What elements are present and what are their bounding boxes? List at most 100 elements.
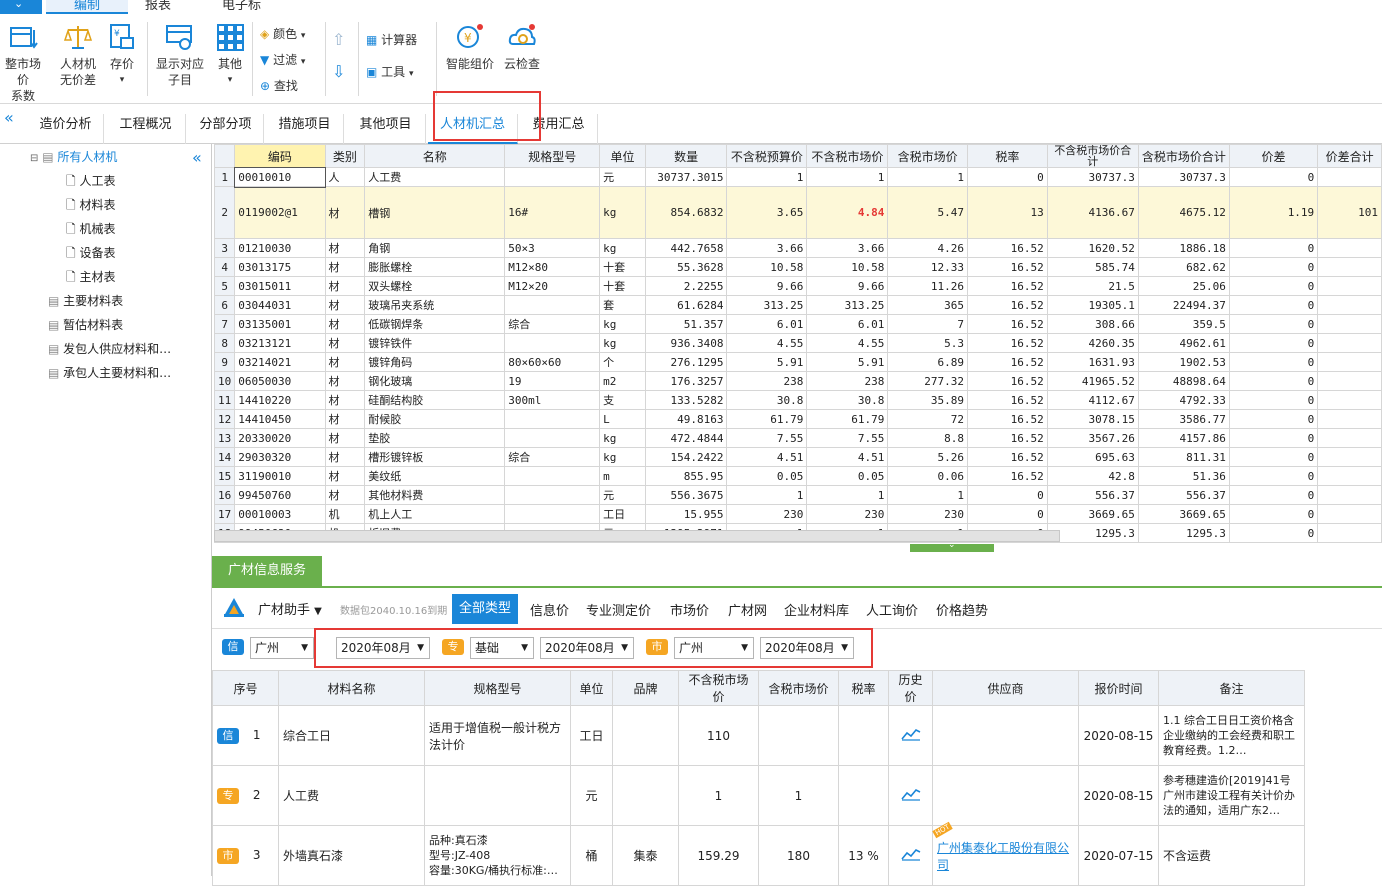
table-cell[interactable]: 21.5	[1046, 276, 1139, 296]
table-cell[interactable]: 1631.93	[1046, 352, 1139, 372]
table-cell[interactable]: 0.05	[806, 466, 889, 486]
table-cell[interactable]: 材	[324, 352, 366, 372]
table-cell[interactable]: 238	[806, 371, 889, 391]
table-cell[interactable]: 6.01	[726, 314, 808, 334]
history-price-cell[interactable]	[888, 705, 933, 766]
tree-item-main-material[interactable]: 🗋 主材表	[66, 268, 116, 289]
table-cell[interactable]: 7.55	[726, 428, 808, 448]
table-cell[interactable]: 1295.3	[1137, 523, 1230, 543]
table-cell[interactable]: 50×3	[504, 238, 601, 258]
table-cell[interactable]: 0	[1228, 390, 1319, 410]
column-header[interactable]: 历史价	[888, 670, 933, 706]
table-cell[interactable]: 0	[1228, 352, 1319, 372]
row-number[interactable]: 8	[214, 333, 236, 353]
table-cell[interactable]: M12×20	[504, 276, 601, 296]
table-cell[interactable]: 0	[1228, 523, 1319, 543]
table-cell[interactable]: 4.26	[887, 238, 968, 258]
table-cell[interactable]: 682.62	[1137, 257, 1230, 277]
column-header[interactable]: 序号	[212, 670, 279, 706]
table-cell[interactable]: 0.05	[726, 466, 808, 486]
table-cell[interactable]: 03135001	[234, 314, 326, 334]
history-price-cell[interactable]	[888, 765, 933, 826]
column-header[interactable]: 价差合计	[1317, 144, 1382, 168]
table-cell[interactable]: 0	[1228, 428, 1319, 448]
table-cell[interactable]: 耐候胶	[364, 409, 506, 429]
supplier-link[interactable]: 广州集泰化工股份有限公司	[937, 841, 1069, 872]
table-cell[interactable]: 10.58	[806, 257, 889, 277]
table-cell[interactable]	[504, 485, 601, 505]
table-cell[interactable]	[504, 504, 601, 524]
trend-chart-icon[interactable]	[900, 727, 921, 741]
table-cell[interactable]: kg	[599, 186, 646, 239]
table-cell[interactable]: 5.91	[806, 352, 889, 372]
table-cell[interactable]: 30.8	[726, 390, 808, 410]
table-cell[interactable]: 0	[966, 485, 1048, 505]
table-cell[interactable]: 5.3	[887, 333, 968, 353]
table-cell[interactable]: 套	[599, 295, 646, 315]
table-cell[interactable]: 11.26	[887, 276, 968, 296]
table-cell[interactable]: 00010010	[233, 166, 327, 188]
table-cell[interactable]: kg	[599, 238, 646, 258]
save-price-button[interactable]: ¥ 存价 ▾	[104, 22, 140, 88]
table-cell[interactable]: 313.25	[726, 295, 808, 315]
table-cell[interactable]: 0	[1228, 238, 1319, 258]
filter-button[interactable]: ▼ 过滤 ▾	[260, 50, 305, 70]
table-row[interactable]: 12 14410450 材耐候胶 L 49.8163 61.79 61.79 72 16.52 3…	[214, 409, 1382, 429]
table-cell[interactable]: 0	[1228, 504, 1319, 524]
table-cell[interactable]: 6.89	[887, 352, 968, 372]
table-cell[interactable]	[504, 295, 601, 315]
table-cell[interactable]: 855.95	[644, 466, 728, 486]
smart-pricing-button[interactable]: ¥ 智能组价	[444, 22, 496, 72]
table-cell[interactable]: 4.55	[726, 333, 808, 353]
table-cell[interactable]: 0	[966, 504, 1048, 524]
table-row[interactable]: 14 29030320 材槽形镀锌板 综合 kg 154.2422 4.51 4.51 5.26…	[214, 447, 1382, 467]
table-row[interactable]: 2 0119002@1 材槽钢 16# kg 854.6832 3.65 4.84 5.47 13…	[214, 186, 1382, 239]
table-cell[interactable]: 230	[726, 504, 808, 524]
tab-all-types[interactable]: 全部类型	[452, 594, 519, 624]
row-number[interactable]: 14	[214, 447, 236, 467]
tab-price-trend[interactable]: 价格趋势	[936, 600, 988, 619]
table-cell[interactable]: 镀锌铁件	[364, 333, 506, 353]
table-cell[interactable]: 2.2255	[644, 276, 728, 296]
table-cell[interactable]: 0	[1228, 333, 1319, 353]
table-cell[interactable]: 55.3628	[644, 257, 728, 277]
table-cell[interactable]: 1886.18	[1137, 238, 1230, 258]
table-cell[interactable]: 材	[324, 186, 366, 239]
table-cell[interactable]	[1317, 257, 1382, 277]
table-row[interactable]: 信 1 综合工日 适用于增值税一般计税方法计价 工日 110 2020-08-1…	[212, 705, 1305, 766]
table-cell[interactable]: 4260.35	[1046, 333, 1139, 353]
table-cell[interactable]: 1295.3	[1046, 523, 1139, 543]
table-cell[interactable]: 支	[599, 390, 646, 410]
table-cell[interactable]: m2	[599, 371, 646, 391]
tab-other-items[interactable]: 其他项目	[346, 114, 426, 144]
table-cell[interactable]: 4962.61	[1137, 333, 1230, 353]
tab-cost-analysis[interactable]: 造价分析	[28, 114, 104, 144]
table-cell[interactable]	[1317, 238, 1382, 258]
table-cell[interactable]: 16#	[504, 186, 601, 239]
table-row[interactable]: 7 03135001 材低碳钢焊条 综合 kg 51.357 6.01 6.01 7 16.52 3…	[214, 314, 1382, 334]
table-cell[interactable]: 313.25	[806, 295, 889, 315]
table-cell[interactable]: 美纹纸	[364, 466, 506, 486]
table-cell[interactable]: m	[599, 466, 646, 486]
table-cell[interactable]: 61.6284	[644, 295, 728, 315]
table-cell[interactable]	[1317, 485, 1382, 505]
collapse-panel-icon[interactable]: «	[192, 148, 202, 167]
table-cell[interactable]: 811.31	[1137, 447, 1230, 467]
table-cell[interactable]	[504, 428, 601, 448]
table-cell[interactable]: 材	[324, 257, 366, 277]
table-cell[interactable]: 4.55	[806, 333, 889, 353]
table-cell[interactable]: 0	[1228, 409, 1319, 429]
tools-button[interactable]: ▣ 工具 ▾	[366, 62, 414, 82]
table-cell[interactable]: 材	[324, 485, 366, 505]
table-cell[interactable]: 元	[599, 485, 646, 505]
table-row[interactable]: 15 31190010 材美纹纸 m 855.95 0.05 0.05 0.06 16.52 42…	[214, 466, 1382, 486]
table-cell[interactable]: 0	[1228, 276, 1319, 296]
column-header[interactable]: 单位	[599, 144, 646, 168]
no-price-diff-button[interactable]: 人材机 无价差	[56, 22, 100, 88]
move-down-icon[interactable]: ⇩	[332, 62, 345, 82]
table-cell[interactable]	[1317, 504, 1382, 524]
column-header[interactable]: 含税市场价合计	[1137, 144, 1230, 168]
table-cell[interactable]: 0	[1228, 447, 1319, 467]
table-cell[interactable]: 5.26	[887, 447, 968, 467]
table-cell[interactable]: 3.66	[726, 238, 808, 258]
